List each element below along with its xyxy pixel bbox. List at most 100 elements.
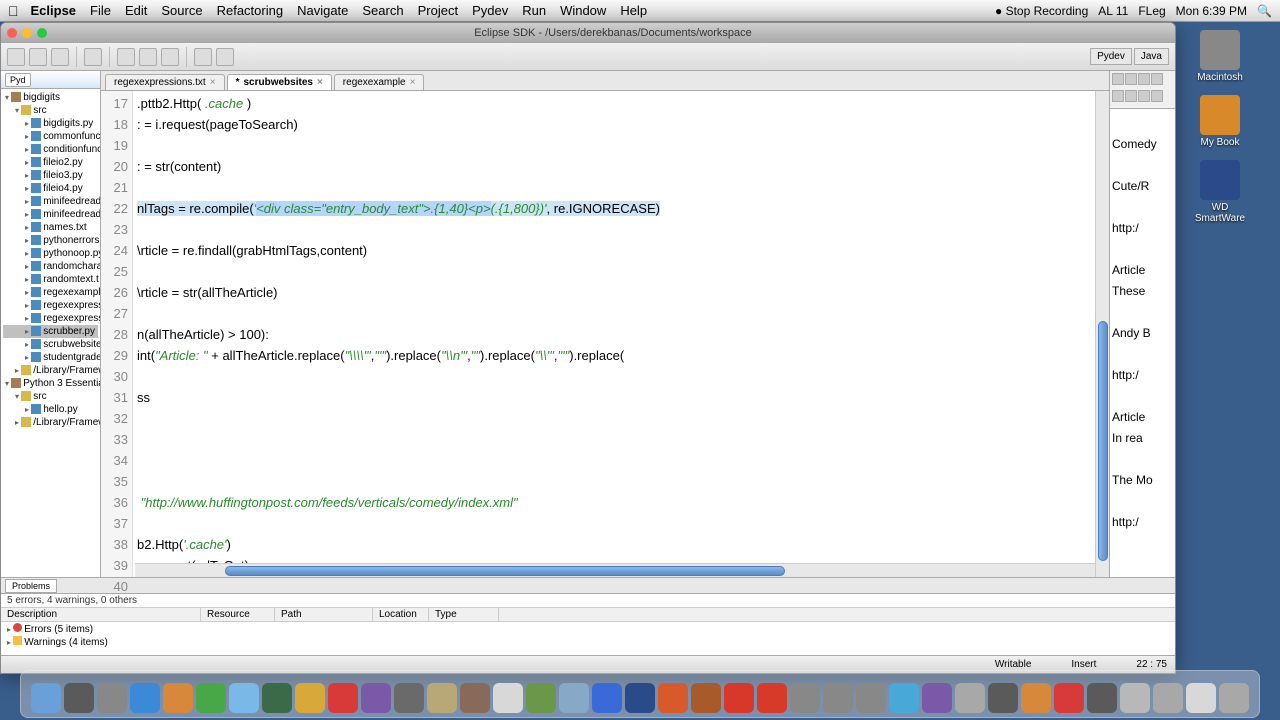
perspective-switcher[interactable]: Pydev Java bbox=[1090, 48, 1169, 65]
dock-app-icon[interactable] bbox=[1219, 683, 1249, 713]
dock-app-icon[interactable] bbox=[64, 683, 94, 713]
dock-app-icon[interactable] bbox=[988, 683, 1018, 713]
dock-app-icon[interactable] bbox=[229, 683, 259, 713]
console-btn[interactable] bbox=[1138, 73, 1150, 85]
perspective-java[interactable]: Java bbox=[1134, 48, 1169, 65]
console-btn[interactable] bbox=[1112, 73, 1124, 85]
stop-recording[interactable]: ● Stop Recording bbox=[995, 4, 1088, 18]
dock-app-icon[interactable] bbox=[394, 683, 424, 713]
close-icon[interactable]: × bbox=[210, 77, 216, 88]
dock-app-icon[interactable] bbox=[427, 683, 457, 713]
editor-tab[interactable]: regexexpressions.txt× bbox=[105, 74, 225, 90]
dock-app-icon[interactable] bbox=[955, 683, 985, 713]
apple-icon[interactable]:  bbox=[8, 3, 19, 19]
tree-item[interactable]: studentgrade bbox=[3, 351, 98, 364]
tree-item[interactable]: pythonoop.py bbox=[3, 247, 98, 260]
col-header[interactable]: Location bbox=[373, 608, 429, 621]
desktop-icon-macintosh[interactable]: Macintosh bbox=[1190, 30, 1250, 83]
dock-app-icon[interactable] bbox=[361, 683, 391, 713]
close-icon[interactable]: × bbox=[317, 77, 323, 88]
tree-item[interactable]: src bbox=[3, 104, 98, 117]
tree-item[interactable]: fileio3.py bbox=[3, 169, 98, 182]
tree-item[interactable]: regexexpressi bbox=[3, 312, 98, 325]
tree-item[interactable]: Python 3 Essential T bbox=[3, 377, 98, 390]
menu-search[interactable]: Search bbox=[362, 3, 403, 18]
dock-app-icon[interactable] bbox=[691, 683, 721, 713]
tree-item[interactable]: randomtext.t bbox=[3, 273, 98, 286]
desktop-icon-wdsmartware[interactable]: WD SmartWare bbox=[1190, 160, 1250, 224]
menu-run[interactable]: Run bbox=[522, 3, 546, 18]
window-titlebar[interactable]: Eclipse SDK - /Users/derekbanas/Document… bbox=[1, 23, 1175, 43]
desktop-icon-mybook[interactable]: My Book bbox=[1190, 95, 1250, 148]
col-header[interactable]: Description bbox=[1, 608, 201, 621]
new-icon[interactable] bbox=[7, 48, 25, 66]
save-all-icon[interactable] bbox=[51, 48, 69, 66]
menu-refactoring[interactable]: Refactoring bbox=[217, 3, 283, 18]
menu-navigate[interactable]: Navigate bbox=[297, 3, 348, 18]
dock-app-icon[interactable] bbox=[1021, 683, 1051, 713]
dock-app-icon[interactable] bbox=[625, 683, 655, 713]
dock-app-icon[interactable] bbox=[130, 683, 160, 713]
menu-window[interactable]: Window bbox=[560, 3, 606, 18]
problems-row[interactable]: Errors (5 items) bbox=[7, 623, 1169, 636]
tree-item[interactable]: /Library/Framew bbox=[3, 416, 98, 429]
dock-app-icon[interactable] bbox=[295, 683, 325, 713]
traffic-lights[interactable] bbox=[7, 28, 47, 38]
tree-item[interactable]: bigdigits.py bbox=[3, 117, 98, 130]
tree-item[interactable]: src bbox=[3, 390, 98, 403]
app-name[interactable]: Eclipse bbox=[31, 3, 77, 18]
dock-app-icon[interactable] bbox=[889, 683, 919, 713]
problems-tab[interactable]: Problems bbox=[5, 579, 57, 593]
tree-item[interactable]: pythonerrors bbox=[3, 234, 98, 247]
problems-row[interactable]: Warnings (4 items) bbox=[7, 636, 1169, 649]
tree-item[interactable]: regexexample bbox=[3, 286, 98, 299]
dock-app-icon[interactable] bbox=[262, 683, 292, 713]
tree-item[interactable]: bigdigits bbox=[3, 91, 98, 104]
dock-app-icon[interactable] bbox=[493, 683, 523, 713]
menu-project[interactable]: Project bbox=[418, 3, 458, 18]
run-last-icon[interactable] bbox=[161, 48, 179, 66]
clock[interactable]: Mon 6:39 PM bbox=[1176, 4, 1247, 18]
console-btn[interactable] bbox=[1151, 73, 1163, 85]
tree-item[interactable]: randomchara bbox=[3, 260, 98, 273]
problems-headers[interactable]: DescriptionResourcePathLocationType bbox=[1, 607, 1175, 622]
tree-item[interactable]: hello.py bbox=[3, 403, 98, 416]
console-btn[interactable] bbox=[1125, 90, 1137, 102]
dock-app-icon[interactable] bbox=[1087, 683, 1117, 713]
editor-tab[interactable]: regexexample× bbox=[334, 74, 425, 90]
dock-app-icon[interactable] bbox=[1153, 683, 1183, 713]
tree-item[interactable]: scrubber.py bbox=[3, 325, 98, 338]
dock-app-icon[interactable] bbox=[757, 683, 787, 713]
dock-app-icon[interactable] bbox=[856, 683, 886, 713]
col-header[interactable]: Resource bbox=[201, 608, 275, 621]
tree-item[interactable]: regexexpressi bbox=[3, 299, 98, 312]
dock-app-icon[interactable] bbox=[1054, 683, 1084, 713]
nav-back-icon[interactable] bbox=[194, 48, 212, 66]
tree-item[interactable]: minifeedread bbox=[3, 195, 98, 208]
tree-item[interactable]: names.txt bbox=[3, 221, 98, 234]
vertical-scrollbar[interactable] bbox=[1095, 91, 1109, 577]
menu-help[interactable]: Help bbox=[620, 3, 647, 18]
tree-item[interactable]: commonfunc bbox=[3, 130, 98, 143]
file-tree[interactable]: bigdigitssrcbigdigits.pycommonfunccondit… bbox=[1, 89, 100, 577]
dock-app-icon[interactable] bbox=[526, 683, 556, 713]
menu-source[interactable]: Source bbox=[161, 3, 202, 18]
menu-pydev[interactable]: Pydev bbox=[472, 3, 508, 18]
perspective-pydev[interactable]: Pydev bbox=[1090, 48, 1132, 65]
dock-app-icon[interactable] bbox=[1186, 683, 1216, 713]
col-header[interactable]: Type bbox=[429, 608, 499, 621]
dock-app-icon[interactable] bbox=[724, 683, 754, 713]
dock-app-icon[interactable] bbox=[790, 683, 820, 713]
tree-item[interactable]: minifeedread bbox=[3, 208, 98, 221]
tree-item[interactable]: conditionfunc bbox=[3, 143, 98, 156]
dock-app-icon[interactable] bbox=[163, 683, 193, 713]
tree-item[interactable]: scrubwebsites bbox=[3, 338, 98, 351]
tree-item[interactable]: /Library/Framew bbox=[3, 364, 98, 377]
dock-app-icon[interactable] bbox=[592, 683, 622, 713]
save-icon[interactable] bbox=[29, 48, 47, 66]
console-btn[interactable] bbox=[1151, 90, 1163, 102]
dock-app-icon[interactable] bbox=[823, 683, 853, 713]
col-header[interactable]: Path bbox=[275, 608, 373, 621]
editor-tab[interactable]: *scrubwebsites× bbox=[227, 74, 332, 90]
print-icon[interactable] bbox=[84, 48, 102, 66]
